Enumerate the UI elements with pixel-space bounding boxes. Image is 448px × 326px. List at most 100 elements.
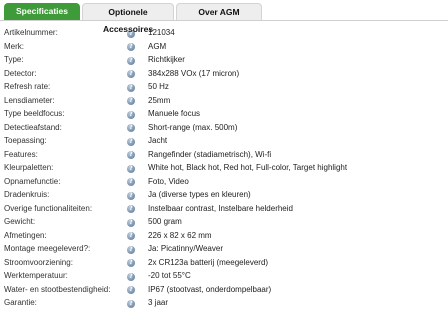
spec-label: Type beeldfocus: <box>4 109 65 119</box>
spec-info-cell: ? <box>120 134 148 148</box>
tab-bar: Specificaties Optionele Accessoires Over… <box>0 0 448 34</box>
spec-row: Features:? Rangefinder (stadiametrisch), … <box>4 148 444 162</box>
spec-row: Detector:? 384x288 VOx (17 micron) <box>4 67 444 81</box>
info-icon[interactable]: ? <box>127 245 135 254</box>
info-icon[interactable]: ? <box>127 110 135 119</box>
spec-value: Jacht <box>148 136 168 146</box>
info-icon[interactable]: ? <box>127 164 135 173</box>
info-icon[interactable]: ? <box>127 70 135 79</box>
info-icon[interactable]: ? <box>127 97 135 106</box>
spec-label: Refresh rate: <box>4 82 51 92</box>
spec-value: 500 gram <box>148 217 182 227</box>
spec-value: White hot, Black hot, Red hot, Full-colo… <box>148 163 348 173</box>
info-icon[interactable]: ? <box>127 299 135 308</box>
info-icon[interactable]: ? <box>127 178 135 187</box>
spec-info-cell: ? <box>120 94 148 108</box>
spec-label: Stroomvoorziening: <box>4 257 73 267</box>
info-icon[interactable]: ? <box>127 205 135 214</box>
spec-label: Water- en stootbestendigheid: <box>4 284 111 294</box>
spec-value: 226 x 82 x 62 mm <box>148 230 212 240</box>
spec-row: Overige functionaliteiten:? Instelbaar co… <box>4 202 444 216</box>
info-icon[interactable]: ? <box>127 43 135 52</box>
spec-value: Short-range (max. 500m) <box>148 122 238 132</box>
spec-value: 50 Hz <box>148 82 169 92</box>
spec-info-cell: ? <box>120 107 148 121</box>
spec-info-cell: ? <box>120 296 148 310</box>
info-icon[interactable]: ? <box>127 83 135 92</box>
spec-label: Montage meegeleverd?: <box>4 244 91 254</box>
specifications-table: Artikelnummer:?121034Merk:? AGM Type:? Rich… <box>4 26 444 310</box>
tab-specificaties[interactable]: Specificaties <box>4 3 80 20</box>
info-icon[interactable]: ? <box>127 137 135 146</box>
spec-label: Werktemperatuur: <box>4 271 68 281</box>
spec-row: Dradenkruis:? Ja (diverse types en kleure… <box>4 188 444 202</box>
spec-info-cell: ? <box>120 229 148 243</box>
spec-value: AGM <box>148 41 167 51</box>
spec-label: Lensdiameter: <box>4 95 55 105</box>
spec-label: Merk: <box>4 41 24 51</box>
spec-info-cell: ? <box>120 202 148 216</box>
spec-value: Ja: Picatinny/Weaver <box>148 244 223 254</box>
spec-value: 2x CR123a batterij (meegeleverd) <box>148 257 269 267</box>
spec-label: Features: <box>4 149 38 159</box>
spec-info-cell: ? <box>120 269 148 283</box>
spec-row: Toepassing:? Jacht <box>4 134 444 148</box>
spec-label: Dradenkruis: <box>4 190 50 200</box>
spec-row: Kleurpaletten:? White hot, Black hot, Red… <box>4 161 444 175</box>
spec-info-cell: ? <box>120 148 148 162</box>
spec-label: Toepassing: <box>4 136 47 146</box>
spec-value: Richtkijker <box>148 55 185 65</box>
spec-label: Gewicht: <box>4 217 36 227</box>
spec-value: -20 tot 55°C <box>148 271 191 281</box>
spec-value: 3 jaar <box>148 298 169 308</box>
spec-value: Instelbaar contrast, Instelbare helderhe… <box>148 203 293 213</box>
spec-row: Refresh rate:? 50 Hz <box>4 80 444 94</box>
spec-label: Overige functionaliteiten: <box>4 203 93 213</box>
spec-info-cell: ? <box>120 53 148 67</box>
spec-value: Manuele focus <box>148 109 201 119</box>
spec-row: Detectieafstand:? Short-range (max. 500m) <box>4 121 444 135</box>
tab-over-agm[interactable]: Over AGM <box>176 3 262 20</box>
info-icon[interactable]: ? <box>127 272 135 281</box>
spec-info-cell: ? <box>120 188 148 202</box>
info-icon[interactable]: ? <box>127 191 135 200</box>
spec-value: 121034 <box>148 28 175 38</box>
spec-label: Detector: <box>4 68 37 78</box>
tab-optionele-accessoires[interactable]: Optionele Accessoires <box>82 3 174 34</box>
spec-row: Type:? Richtkijker <box>4 53 444 67</box>
spec-value: Foto, Video <box>148 176 189 186</box>
info-icon[interactable]: ? <box>127 218 135 227</box>
spec-row: Merk:? AGM <box>4 40 444 54</box>
spec-value: 25mm <box>148 95 171 105</box>
info-icon[interactable]: ? <box>127 232 135 241</box>
spec-info-cell: ? <box>120 40 148 54</box>
spec-info-cell: ? <box>120 242 148 256</box>
info-icon[interactable]: ? <box>127 56 135 65</box>
spec-row: Afmetingen:? 226 x 82 x 62 mm <box>4 229 444 243</box>
spec-row: Opnamefunctie:? Foto, Video <box>4 175 444 189</box>
spec-label: Afmetingen: <box>4 230 47 240</box>
info-icon[interactable]: ? <box>127 286 135 295</box>
spec-label: Opnamefunctie: <box>4 176 61 186</box>
spec-row: Type beeldfocus:? Manuele focus <box>4 107 444 121</box>
spec-row: Stroomvoorziening:? 2x CR123a batterij (m… <box>4 256 444 270</box>
spec-info-cell: ? <box>120 283 148 297</box>
spec-info-cell: ? <box>120 161 148 175</box>
spec-row: Gewicht:? 500 gram <box>4 215 444 229</box>
spec-value: Rangefinder (stadiametrisch), Wi-fi <box>148 149 272 159</box>
spec-row: Werktemperatuur:? -20 tot 55°C <box>4 269 444 283</box>
info-icon[interactable]: ? <box>127 151 135 160</box>
spec-value: Ja (diverse types en kleuren) <box>148 190 251 200</box>
spec-row: Montage meegeleverd?:? Ja: Picatinny/Weav… <box>4 242 444 256</box>
spec-value: IP67 (stootvast, onderdompelbaar) <box>148 284 272 294</box>
spec-info-cell: ? <box>120 67 148 81</box>
info-icon[interactable]: ? <box>127 259 135 268</box>
spec-info-cell: ? <box>120 80 148 94</box>
spec-label: Kleurpaletten: <box>4 163 54 173</box>
spec-table-body: Artikelnummer:?121034Merk:? AGM Type:? Rich… <box>4 26 444 310</box>
spec-info-cell: ? <box>120 215 148 229</box>
info-icon[interactable]: ? <box>127 124 135 133</box>
spec-info-cell: ? <box>120 175 148 189</box>
spec-row: Artikelnummer:?121034 <box>4 26 444 40</box>
spec-info-cell: ? <box>120 256 148 270</box>
